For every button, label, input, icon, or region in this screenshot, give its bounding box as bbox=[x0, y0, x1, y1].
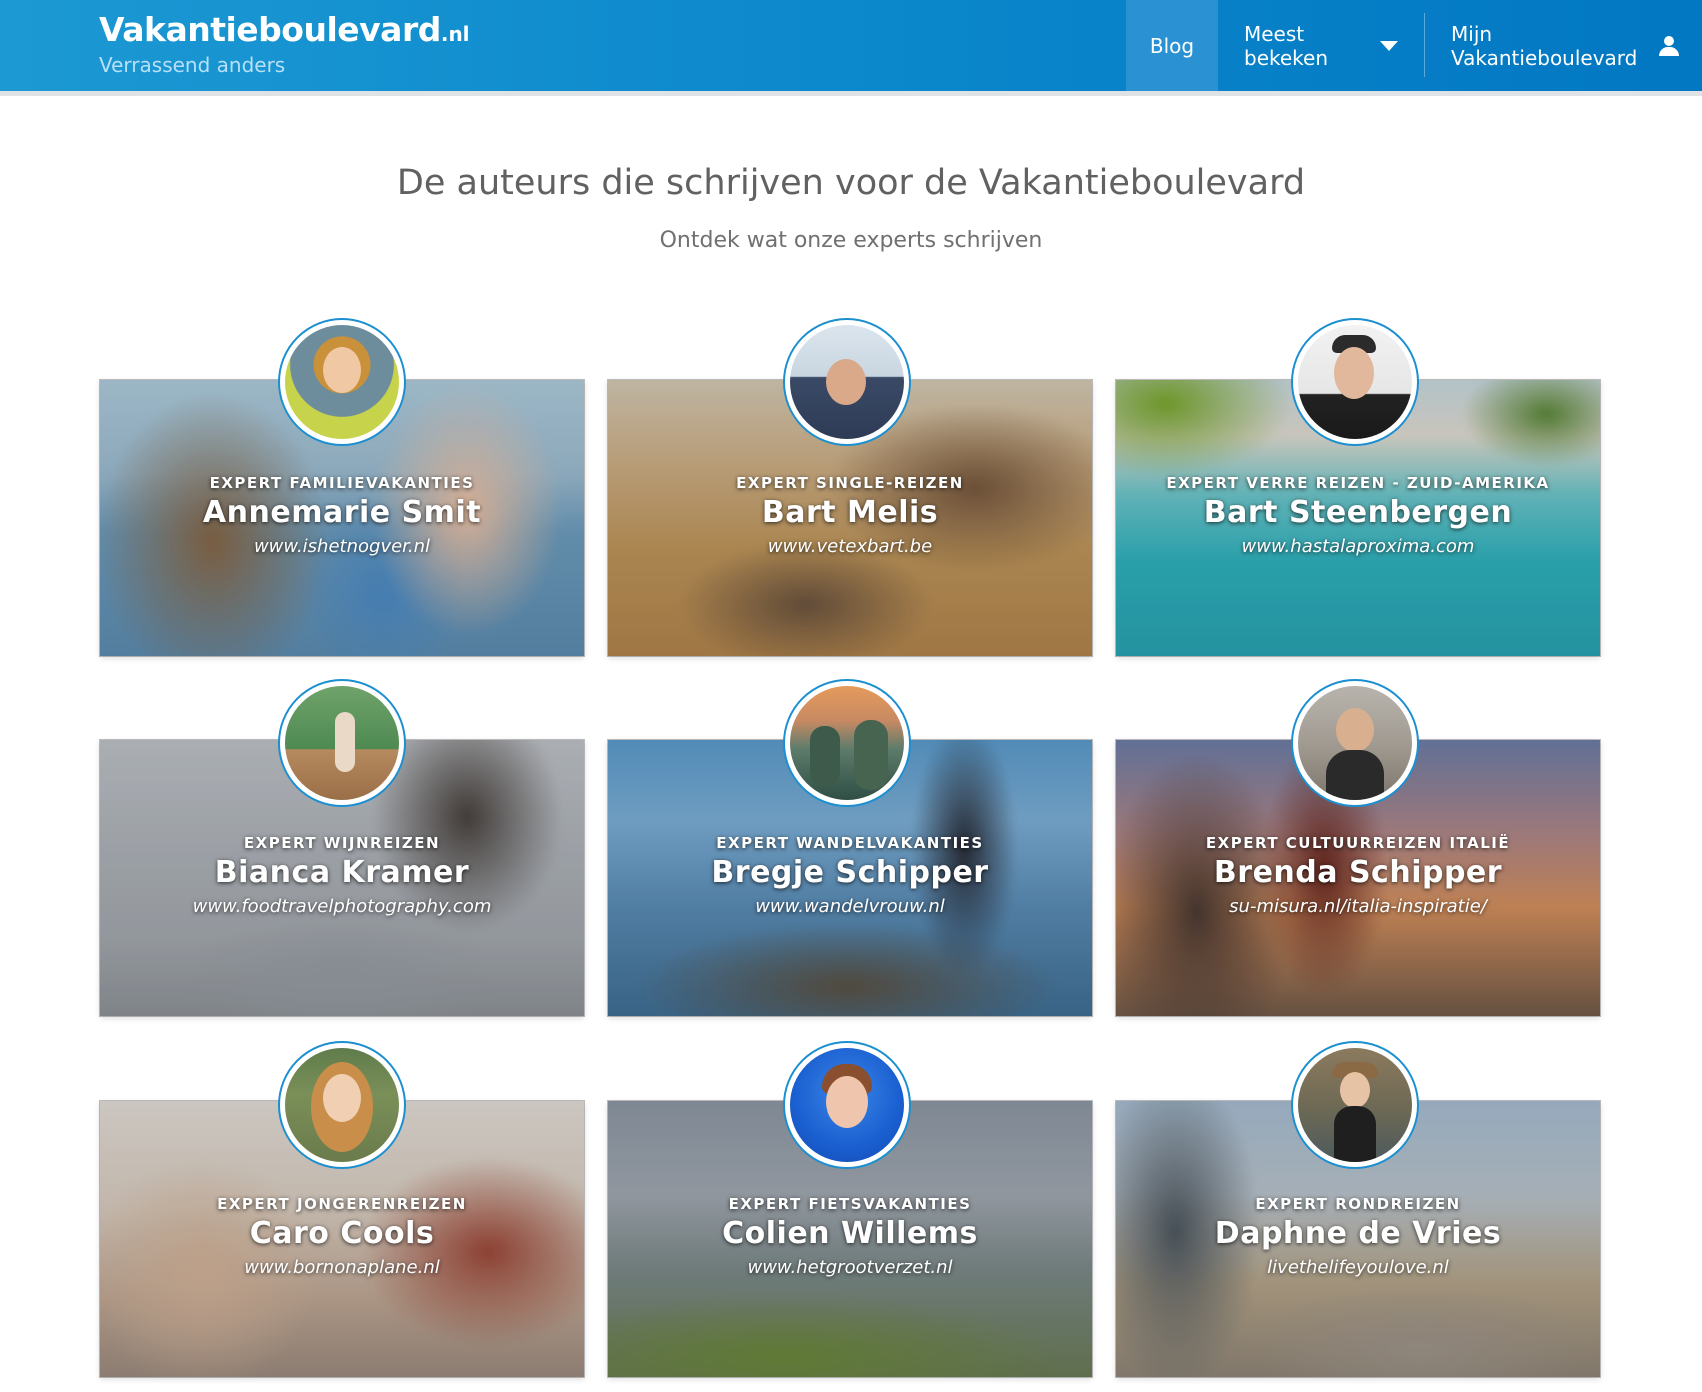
main-nav: Blog Meest bekeken Mijn Vakantieboulevar… bbox=[1126, 0, 1702, 91]
author-name: Bart Melis bbox=[761, 495, 939, 530]
nav-my-account[interactable]: Mijn Vakantieboulevard bbox=[1425, 0, 1702, 91]
author-name: Bart Steenbergen bbox=[1203, 495, 1513, 530]
chevron-down-icon bbox=[1380, 40, 1398, 51]
author-avatar-annemarie-smit[interactable] bbox=[278, 318, 406, 446]
author-role: Expert verre reizen - Zuid-Amerika bbox=[1166, 474, 1550, 492]
nav-my-account-label: Mijn Vakantieboulevard bbox=[1451, 21, 1638, 70]
author-avatar-colien-willems[interactable] bbox=[783, 1041, 911, 1169]
author-role: Expert fietsvakanties bbox=[728, 1195, 972, 1213]
author-name: Bregje Schipper bbox=[711, 855, 989, 890]
author-avatar-bart-melis[interactable] bbox=[783, 318, 911, 446]
author-avatar-bart-steenbergen[interactable] bbox=[1291, 318, 1419, 446]
site-tagline: Verrassend anders bbox=[99, 53, 286, 77]
nav-most-viewed-dropdown[interactable]: Meest bekeken bbox=[1218, 0, 1424, 91]
author-role: Expert cultuurreizen Italië bbox=[1205, 834, 1511, 852]
site-logo[interactable]: Vakantieboulevard.nl bbox=[99, 10, 470, 50]
author-website-link[interactable]: www.bornonaplane.nl bbox=[100, 1257, 584, 1278]
author-website-link[interactable]: www.ishetnogver.nl bbox=[100, 536, 584, 557]
author-name: Brenda Schipper bbox=[1213, 855, 1503, 890]
nav-most-viewed-label: Meest bekeken bbox=[1244, 21, 1329, 70]
author-avatar-bianca-kramer[interactable] bbox=[278, 679, 406, 807]
author-avatar-caro-cools[interactable] bbox=[278, 1041, 406, 1169]
top-navbar: Vakantieboulevard.nl Verrassend anders B… bbox=[0, 0, 1702, 96]
author-name: Bianca Kramer bbox=[214, 855, 470, 890]
author-name: Daphne de Vries bbox=[1214, 1216, 1502, 1251]
author-role: Expert wijnreizen bbox=[243, 834, 441, 852]
brand-name: Vakantieboulevard bbox=[99, 10, 441, 49]
brand-tld: .nl bbox=[440, 22, 470, 46]
author-website-link[interactable]: livethelifeyoulove.nl bbox=[1116, 1257, 1600, 1278]
author-website-link[interactable]: www.vetexbart.be bbox=[608, 536, 1092, 557]
nav-blog[interactable]: Blog bbox=[1126, 0, 1218, 91]
author-website-link[interactable]: www.wandelvrouw.nl bbox=[608, 896, 1092, 917]
author-role: Expert familievakanties bbox=[209, 474, 475, 492]
author-role: Expert jongerenreizen bbox=[217, 1195, 467, 1213]
author-role: Expert single-reizen bbox=[736, 474, 964, 492]
author-name: Colien Willems bbox=[722, 1216, 978, 1251]
page-title: De auteurs die schrijven voor de Vakanti… bbox=[396, 163, 1306, 203]
user-icon bbox=[1659, 35, 1680, 56]
author-website-link[interactable]: su-misura.nl/italia-inspiratie/ bbox=[1116, 896, 1600, 917]
page-subtitle: Ontdek wat onze experts schrijven bbox=[659, 228, 1043, 253]
author-website-link[interactable]: www.foodtravelphotography.com bbox=[100, 896, 584, 917]
nav-blog-label: Blog bbox=[1149, 33, 1195, 58]
author-avatar-daphne-de-vries[interactable] bbox=[1291, 1041, 1419, 1169]
author-name: Caro Cools bbox=[249, 1216, 435, 1251]
author-role: Expert rondreizen bbox=[1255, 1195, 1461, 1213]
author-role: Expert wandelvakanties bbox=[716, 834, 984, 852]
author-name: Annemarie Smit bbox=[202, 495, 482, 530]
author-website-link[interactable]: www.hastalaproxima.com bbox=[1116, 536, 1600, 557]
author-avatar-brenda-schipper[interactable] bbox=[1291, 679, 1419, 807]
author-avatar-bregje-schipper[interactable] bbox=[783, 679, 911, 807]
author-website-link[interactable]: www.hetgrootverzet.nl bbox=[608, 1257, 1092, 1278]
